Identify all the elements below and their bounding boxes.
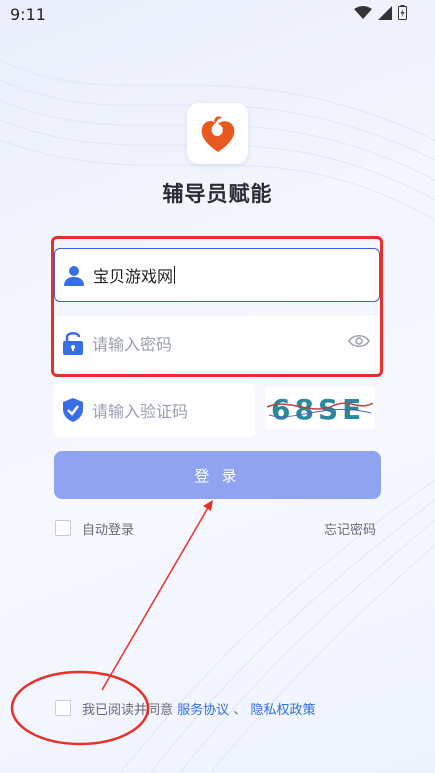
shield-check-icon [60, 397, 86, 423]
app-title: 辅导员赋能 [162, 182, 273, 206]
service-agreement-link[interactable]: 服务协议 [177, 703, 229, 718]
battery-icon [398, 5, 407, 20]
wifi-icon [354, 5, 372, 19]
app-logo [187, 103, 248, 164]
auto-login-checkbox[interactable] [55, 520, 71, 536]
captcha-field[interactable]: 请输入验证码 [54, 383, 255, 437]
privacy-policy-link[interactable]: 隐私权政策 [250, 703, 315, 718]
signal-icon [378, 5, 392, 20]
agreement-prefix: 我已阅读并同意 [82, 703, 174, 718]
login-button[interactable]: 登 录 [54, 451, 381, 499]
app-logo-icon [201, 115, 234, 152]
password-placeholder[interactable]: 请输入密码 [92, 331, 172, 355]
auto-login-label[interactable]: 自动登录 [82, 519, 134, 538]
captcha-image[interactable]: 68SE [265, 387, 375, 429]
agreement-text: 我已阅读并同意 服务协议 、 隐私权政策 [82, 699, 315, 718]
eye-icon[interactable] [348, 333, 370, 353]
annotation-arrow-head [203, 500, 213, 511]
status-time: 9:11 [10, 5, 46, 24]
username-value[interactable]: 宝贝游戏网 [93, 263, 173, 287]
agreement-checkbox[interactable] [55, 700, 71, 716]
username-field[interactable]: 宝贝游戏网 [54, 248, 380, 302]
lock-icon [60, 330, 86, 356]
forgot-password-link[interactable]: 忘记密码 [324, 519, 376, 538]
captcha-placeholder[interactable]: 请输入验证码 [92, 398, 188, 422]
text-cursor [174, 266, 176, 284]
status-bar: 9:11 [0, 0, 435, 30]
user-icon [61, 262, 87, 288]
agreement-separator: 、 [233, 703, 247, 718]
password-field[interactable]: 请输入密码 [54, 316, 380, 370]
